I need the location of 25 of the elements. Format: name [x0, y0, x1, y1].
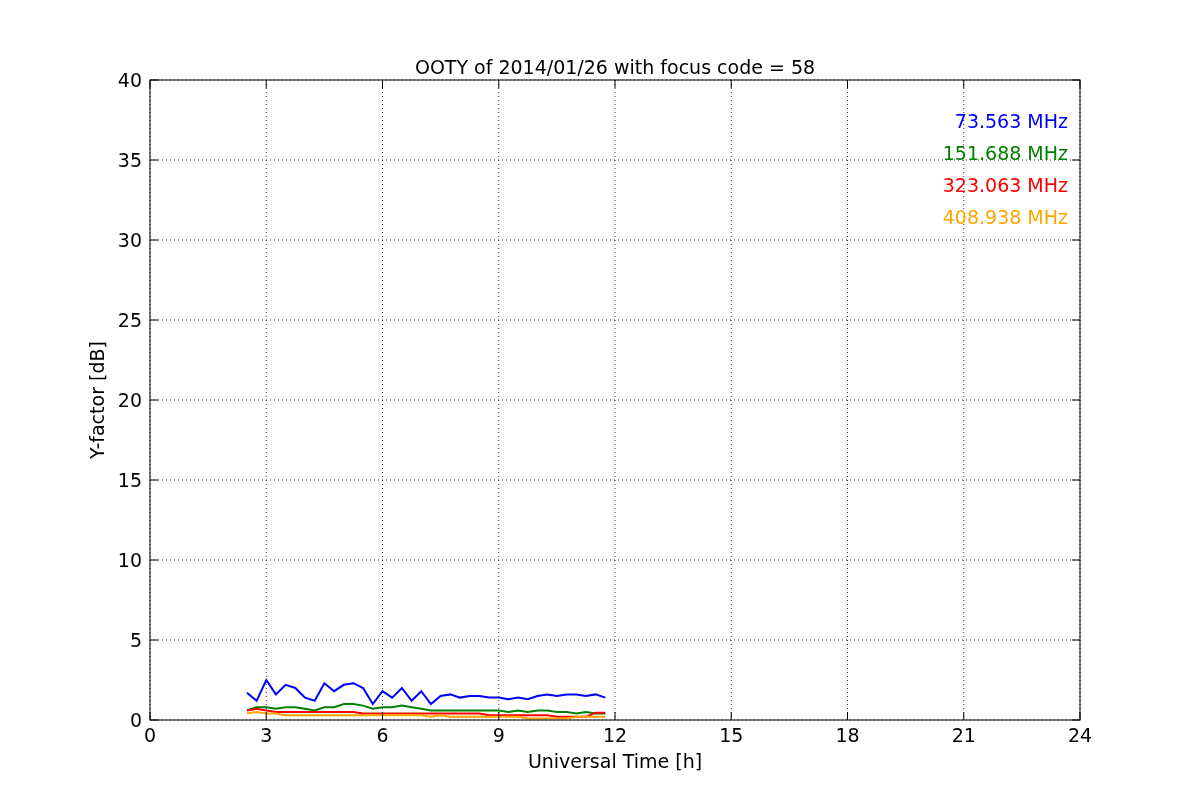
- tick-label: 18: [835, 724, 860, 746]
- tick-label: 30: [117, 229, 142, 251]
- legend-label: 323.063 MHz: [942, 174, 1068, 196]
- axis-label: Y-factor [dB]: [86, 341, 108, 459]
- legend-label: 151.688 MHz: [942, 142, 1068, 164]
- tick-label: 10: [117, 549, 142, 571]
- chart-title: OOTY of 2014/01/26 with focus code = 58: [414, 56, 816, 78]
- tick-label: 40: [117, 69, 142, 91]
- tick-label: 9: [492, 724, 505, 746]
- tick-label: 0: [143, 724, 157, 746]
- tick-label: 21: [951, 724, 976, 746]
- tick-label: 24: [1067, 724, 1093, 746]
- tick-label: 12: [602, 724, 628, 746]
- tick-label: 3: [260, 724, 273, 746]
- tick-label: 20: [117, 389, 142, 411]
- tick-label: 15: [719, 724, 744, 746]
- tick-label: 25: [117, 309, 142, 331]
- tick-label: 15: [117, 469, 142, 491]
- tick-label: 35: [117, 149, 142, 171]
- legend-label: 408.938 MHz: [942, 206, 1068, 228]
- tick-label: 6: [376, 724, 389, 746]
- tick-label: 5: [129, 629, 142, 651]
- tick-label: 0: [129, 709, 142, 731]
- axis-label: Universal Time [h]: [527, 750, 703, 772]
- legend-label: 73.563 MHz: [954, 110, 1068, 132]
